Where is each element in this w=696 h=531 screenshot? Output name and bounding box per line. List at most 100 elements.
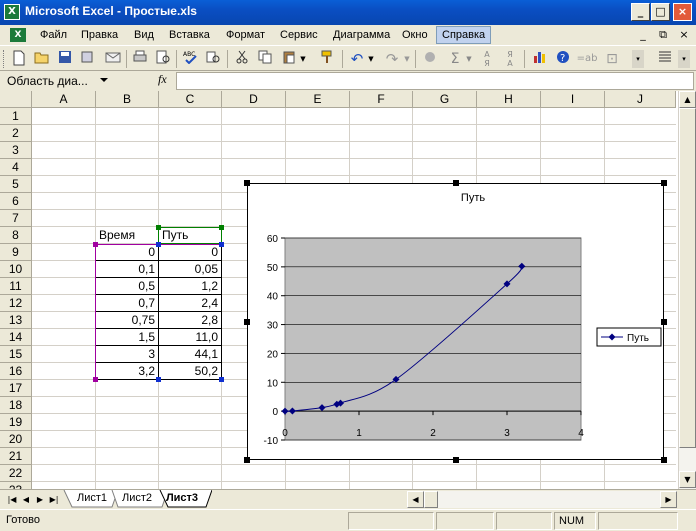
menu-insert[interactable]: Вставка <box>167 27 212 43</box>
sheet-tab-1[interactable]: Лист1 <box>72 490 112 508</box>
column-header-e[interactable]: E <box>286 91 350 108</box>
hscroll-thumb[interactable] <box>424 491 438 508</box>
excel-app-icon[interactable]: X <box>4 4 20 20</box>
minimize-button[interactable]: _ <box>631 3 650 21</box>
row-header-14[interactable]: 14 <box>0 329 32 346</box>
column-header-d[interactable]: D <box>222 91 286 108</box>
hyperlink-icon[interactable] <box>421 50 439 68</box>
print-icon[interactable] <box>131 50 149 68</box>
range-handle[interactable] <box>156 242 161 247</box>
doc-icon[interactable]: X <box>10 28 26 42</box>
menu-edit[interactable]: Правка <box>79 27 120 43</box>
extra-icon[interactable]: ⊡ <box>603 50 621 68</box>
sheet-tab-2[interactable]: Лист2 <box>117 490 157 508</box>
redo-dropdown-icon[interactable]: ▼ <box>402 50 412 68</box>
row-header-9[interactable]: 9 <box>0 244 32 261</box>
scroll-thumb[interactable] <box>679 108 696 448</box>
undo-dropdown-icon[interactable]: ▼ <box>366 50 376 68</box>
formula-input[interactable] <box>176 72 694 90</box>
menu-file[interactable]: Файл <box>38 27 69 43</box>
print-preview-icon[interactable] <box>154 50 172 68</box>
maximize-button[interactable]: □ <box>651 3 670 21</box>
align-icon[interactable] <box>656 50 674 68</box>
copy-icon[interactable] <box>256 50 274 68</box>
row-header-1[interactable]: 1 <box>0 108 32 125</box>
doc-minimize-icon[interactable]: _ <box>636 28 650 42</box>
menu-view[interactable]: Вид <box>132 27 156 43</box>
column-header-j[interactable]: J <box>605 91 676 108</box>
autosum-dropdown-icon[interactable]: ▼ <box>464 50 474 68</box>
horizontal-scrollbar[interactable]: ◀ ▶ <box>407 491 677 508</box>
row-header-13[interactable]: 13 <box>0 312 32 329</box>
save-icon[interactable] <box>56 50 74 68</box>
scroll-left-icon[interactable]: ◀ <box>407 491 424 508</box>
chart-area[interactable]: Путь -10 0 10 20 30 40 50 60 0 1 2 3 4 Путь <box>247 183 664 460</box>
sort-desc-icon[interactable]: ЯА <box>501 50 519 68</box>
column-header-h[interactable]: H <box>477 91 541 108</box>
row-header-8[interactable]: 8 <box>0 227 32 244</box>
range-handle[interactable] <box>93 377 98 382</box>
menu-tools[interactable]: Сервис <box>278 27 320 43</box>
row-header-16[interactable]: 16 <box>0 363 32 380</box>
chart-handle[interactable] <box>244 457 250 463</box>
row-header-4[interactable]: 4 <box>0 159 32 176</box>
redo-icon[interactable]: ↷ <box>383 50 401 68</box>
range-handle[interactable] <box>93 242 98 247</box>
scroll-right-icon[interactable]: ▶ <box>660 491 677 508</box>
menu-window[interactable]: Окно <box>400 27 430 43</box>
format-painter-icon[interactable] <box>318 50 336 68</box>
menu-format[interactable]: Формат <box>224 27 267 43</box>
help-icon[interactable]: ? <box>554 50 572 68</box>
column-header-b[interactable]: B <box>96 91 159 108</box>
vertical-scrollbar[interactable]: ▲ ▼ <box>678 91 696 489</box>
toolbar2-options-icon[interactable]: ▾ <box>678 50 690 68</box>
row-header-5[interactable]: 5 <box>0 176 32 193</box>
row-header-21[interactable]: 21 <box>0 448 32 465</box>
row-header-12[interactable]: 12 <box>0 295 32 312</box>
sheet-tab-3-active[interactable]: Лист3 <box>162 490 202 508</box>
range-handle[interactable] <box>156 225 161 230</box>
range-handle[interactable] <box>219 377 224 382</box>
select-all-corner[interactable] <box>0 91 32 108</box>
row-header-23[interactable]: 23 <box>0 482 32 489</box>
chart-wizard-icon[interactable] <box>531 50 549 68</box>
range-handle[interactable] <box>156 377 161 382</box>
research-icon[interactable] <box>204 50 222 68</box>
column-header-f[interactable]: F <box>350 91 413 108</box>
spreadsheet-grid[interactable]: ABCDEFGHIJ 1 2 3 4 5 6 7 8 9 10 11 12 13 14 15 16 17 18 19… <box>0 91 696 489</box>
column-header-g[interactable]: G <box>413 91 477 108</box>
chart-handle[interactable] <box>453 180 459 186</box>
name-box-dropdown-icon[interactable] <box>100 78 108 82</box>
sort-asc-icon[interactable]: АЯ <box>478 50 496 68</box>
menu-chart[interactable]: Диаграмма <box>331 27 392 43</box>
permission-icon[interactable] <box>78 50 96 68</box>
doc-close-icon[interactable]: × <box>677 28 691 42</box>
cut-icon[interactable] <box>233 50 251 68</box>
row-header-20[interactable]: 20 <box>0 431 32 448</box>
first-sheet-icon[interactable]: |◀ <box>6 493 18 507</box>
insert-function-icon[interactable]: fx <box>158 72 167 87</box>
prev-sheet-icon[interactable]: ◀ <box>20 493 32 507</box>
paste-dropdown-icon[interactable]: ▼ <box>298 50 308 68</box>
row-header-11[interactable]: 11 <box>0 278 32 295</box>
row-header-3[interactable]: 3 <box>0 142 32 159</box>
cell-header-time[interactable]: Время <box>96 227 158 244</box>
row-header-7[interactable]: 7 <box>0 210 32 227</box>
close-button[interactable]: × <box>673 3 692 21</box>
row-header-10[interactable]: 10 <box>0 261 32 278</box>
open-icon[interactable] <box>33 50 51 68</box>
column-header-i[interactable]: I <box>541 91 605 108</box>
next-sheet-icon[interactable]: ▶ <box>34 493 46 507</box>
ab-button[interactable]: =ab <box>575 50 599 68</box>
last-sheet-icon[interactable]: ▶| <box>48 493 60 507</box>
chart-handle[interactable] <box>661 457 667 463</box>
email-icon[interactable] <box>104 50 122 68</box>
spelling-icon[interactable]: ABC <box>182 50 200 68</box>
row-header-17[interactable]: 17 <box>0 380 32 397</box>
row-header-18[interactable]: 18 <box>0 397 32 414</box>
toolbar-options-icon[interactable]: ▾ <box>632 50 644 68</box>
chart-handle[interactable] <box>453 457 459 463</box>
row-header-22[interactable]: 22 <box>0 465 32 482</box>
column-header-c[interactable]: C <box>159 91 222 108</box>
undo-icon[interactable]: ↶ <box>348 50 366 68</box>
